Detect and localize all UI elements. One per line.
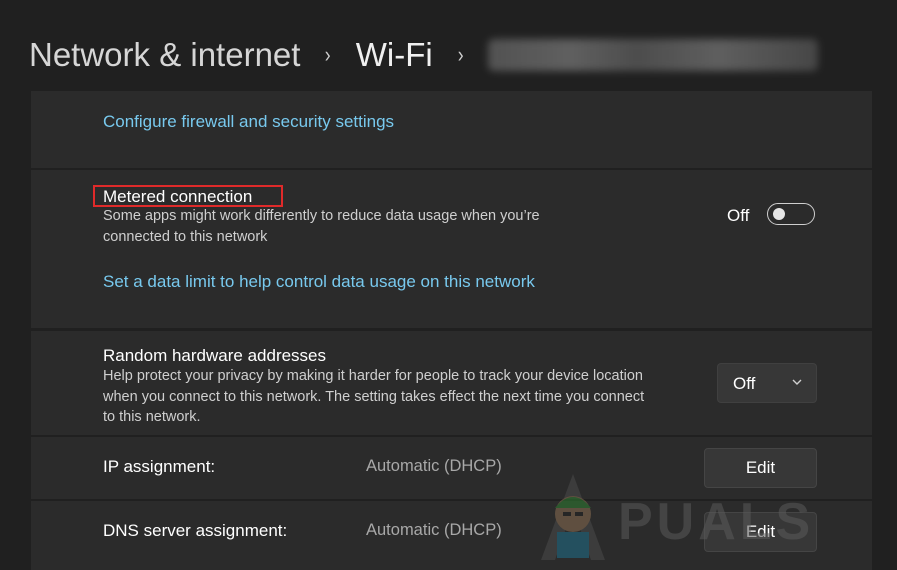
network-name-blurred — [488, 39, 819, 71]
metered-connection-section: Metered connection Some apps might work … — [31, 170, 872, 328]
random-hardware-dropdown[interactable]: Off — [717, 363, 817, 403]
configure-firewall-link[interactable]: Configure firewall and security settings — [103, 112, 394, 132]
ip-edit-button[interactable]: Edit — [704, 448, 817, 488]
random-hardware-section: Random hardware addresses Help protect y… — [31, 331, 872, 435]
dns-assignment-label: DNS server assignment: — [103, 521, 288, 540]
breadcrumb-wifi[interactable]: Wi-Fi — [356, 36, 433, 74]
toggle-knob — [773, 208, 785, 220]
breadcrumb: Network & internet › Wi-Fi › — [29, 30, 819, 80]
metered-connection-title: Metered connection — [103, 187, 253, 206]
metered-connection-description: Some apps might work differently to redu… — [103, 208, 540, 245]
breadcrumb-network-internet[interactable]: Network & internet — [29, 36, 300, 74]
metered-toggle-state: Off — [727, 206, 750, 225]
ip-assignment-value: Automatic (DHCP) — [366, 457, 502, 475]
watermark-text: PUALS — [618, 493, 815, 551]
data-limit-link[interactable]: Set a data limit to help control data us… — [103, 272, 535, 292]
random-hardware-description: Help protect your privacy by making it h… — [103, 368, 645, 425]
ip-assignment-section: IP assignment: Automatic (DHCP) Edit — [31, 437, 872, 499]
chevron-down-icon — [792, 379, 802, 385]
watermark-mascot-icon — [541, 474, 605, 560]
chevron-right-icon: › — [325, 42, 332, 67]
dropdown-value: Off — [733, 374, 756, 393]
ip-assignment-label: IP assignment: — [103, 457, 216, 476]
dns-assignment-value: Automatic (DHCP) — [366, 521, 502, 539]
metered-connection-toggle[interactable] — [767, 203, 815, 225]
firewall-section: Configure firewall and security settings — [31, 91, 872, 168]
random-hardware-title: Random hardware addresses — [103, 346, 327, 365]
chevron-right-icon: › — [457, 42, 464, 67]
